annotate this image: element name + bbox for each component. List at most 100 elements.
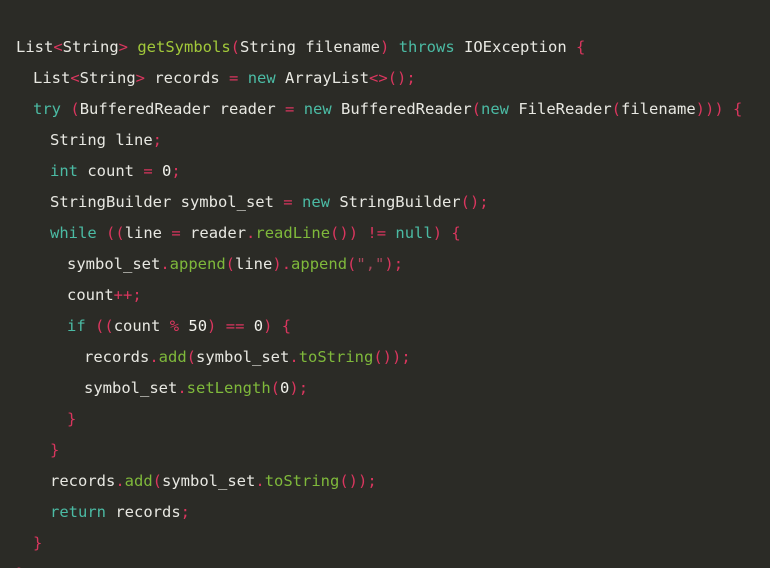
code-token-punc: % bbox=[169, 316, 180, 335]
code-token-plain: BufferedReader bbox=[331, 99, 472, 118]
code-line: return records; bbox=[0, 497, 770, 528]
code-token-method: setLength bbox=[186, 378, 271, 397]
code-line: try (BufferedReader reader = new Buffere… bbox=[0, 94, 770, 125]
code-token-kw: return bbox=[50, 502, 106, 521]
code-token-punc: ( bbox=[70, 99, 80, 118]
code-token-num: 0 bbox=[280, 378, 290, 397]
code-token-punc: = bbox=[285, 99, 295, 118]
code-token-punc: ()); bbox=[373, 347, 411, 366]
code-token-num: 0 bbox=[253, 316, 264, 335]
code-token-punc: = bbox=[171, 223, 181, 242]
code-token-punc: ( bbox=[225, 254, 236, 273]
code-block[interactable]: List<String> getSymbols(String filename)… bbox=[0, 32, 770, 568]
code-token-plain: symbol_set bbox=[196, 347, 290, 366]
code-token-kw: new bbox=[301, 192, 330, 211]
code-line: String line; bbox=[0, 125, 770, 156]
code-token-method: toString bbox=[264, 471, 340, 490]
code-token-punc: ()) bbox=[330, 223, 359, 242]
code-token-punc: (( bbox=[106, 223, 125, 242]
code-token-kw: int bbox=[50, 161, 78, 180]
code-token-plain: reader bbox=[180, 223, 247, 242]
code-token-plain: symbol_set bbox=[84, 378, 178, 397]
code-token-method: append bbox=[291, 254, 348, 273]
code-line: symbol_set.setLength(0); bbox=[0, 373, 770, 404]
code-token-punc: ++; bbox=[113, 285, 142, 304]
code-line: } bbox=[0, 404, 770, 435]
code-token-plain: records bbox=[106, 502, 181, 521]
code-token-num: 50 bbox=[188, 316, 208, 335]
code-token-punc: <>(); bbox=[369, 68, 416, 87]
code-token-punc: ; bbox=[171, 161, 181, 180]
code-token-punc: == bbox=[225, 316, 245, 335]
code-line: while ((line = reader.readLine()) != nul… bbox=[0, 218, 770, 249]
code-token-type: String bbox=[62, 37, 119, 56]
code-token-punc: ); bbox=[384, 254, 404, 273]
code-line: StringBuilder symbol_set = new StringBui… bbox=[0, 187, 770, 218]
code-token-plain: FileReader bbox=[509, 99, 612, 118]
code-token-punc: < bbox=[53, 37, 63, 56]
code-token-punc: . bbox=[160, 254, 170, 273]
code-token-plain: line bbox=[235, 254, 273, 273]
code-line: count++; bbox=[0, 280, 770, 311]
code-token-plain: BufferedReader reader bbox=[79, 99, 285, 118]
code-token-method: append bbox=[169, 254, 226, 273]
code-token-punc: > bbox=[118, 37, 138, 56]
code-token-punc: ) bbox=[432, 223, 443, 242]
code-line: int count = 0; bbox=[0, 156, 770, 187]
code-token-punc: { bbox=[281, 316, 292, 335]
code-token-kw: new bbox=[247, 68, 276, 87]
code-token-plain: String line bbox=[50, 130, 153, 149]
code-token-plain: symbol_set bbox=[67, 254, 161, 273]
code-token-type: List bbox=[33, 68, 71, 87]
code-token-punc: ( bbox=[152, 471, 163, 490]
code-token-kw: new bbox=[303, 99, 332, 118]
code-token-punc: ( bbox=[471, 99, 482, 118]
code-token-type: String bbox=[79, 68, 136, 87]
code-token-punc: ( bbox=[186, 347, 197, 366]
code-token-str: "," bbox=[356, 254, 385, 273]
code-token-kw: try bbox=[33, 99, 61, 118]
code-token-punc: ) bbox=[380, 37, 390, 56]
code-token-punc: ( bbox=[347, 254, 357, 273]
code-token-punc: (( bbox=[95, 316, 114, 335]
code-token-plain: count bbox=[78, 161, 144, 180]
code-line: } bbox=[0, 559, 770, 568]
code-token-punc: } bbox=[16, 565, 25, 568]
code-token-kw: throws bbox=[398, 37, 455, 56]
code-token-kw: new bbox=[481, 99, 510, 118]
code-token-punc: ))) bbox=[695, 99, 724, 118]
code-token-punc: . bbox=[255, 471, 265, 490]
code-token-plain: String filename bbox=[240, 37, 380, 56]
code-token-punc: ( bbox=[270, 378, 281, 397]
code-token-method: add bbox=[158, 347, 187, 366]
code-token-type: List bbox=[16, 37, 54, 56]
code-token-punc: . bbox=[149, 347, 159, 366]
code-token-punc: } bbox=[33, 533, 43, 552]
code-token-plain: StringBuilder symbol_set bbox=[50, 192, 284, 211]
code-token-kw: null bbox=[395, 223, 433, 242]
code-token-punc: ()); bbox=[339, 471, 377, 490]
code-token-punc: ( bbox=[611, 99, 622, 118]
code-token-punc: < bbox=[70, 68, 80, 87]
code-line: List<String> getSymbols(String filename)… bbox=[0, 32, 770, 63]
code-line: if ((count % 50) == 0) { bbox=[0, 311, 770, 342]
code-token-punc: != bbox=[367, 223, 387, 242]
code-token-fn: getSymbols bbox=[137, 37, 231, 56]
code-token-plain: StringBuilder bbox=[329, 192, 461, 211]
code-token-punc: > bbox=[135, 68, 146, 87]
code-line: List<String> records = new ArrayList<>()… bbox=[0, 63, 770, 94]
code-line: records.add(symbol_set.toString()); bbox=[0, 466, 770, 497]
code-token-punc: . bbox=[281, 254, 292, 273]
